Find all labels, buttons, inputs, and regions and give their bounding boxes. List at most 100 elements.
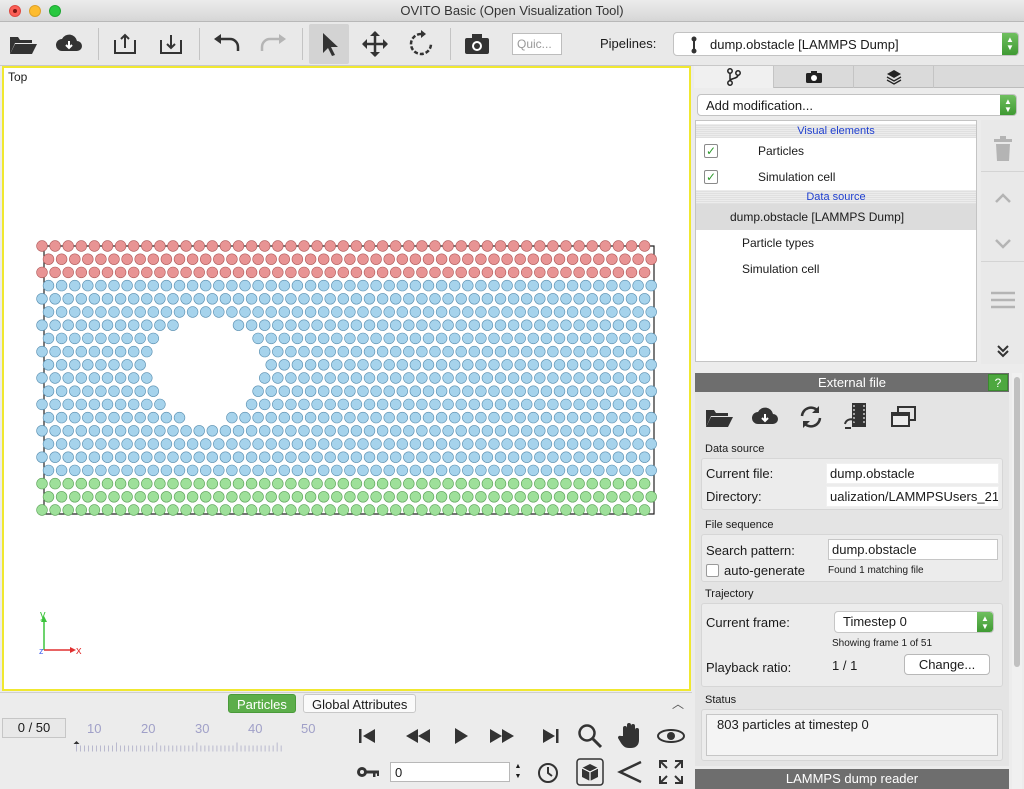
tab-overlays[interactable] bbox=[854, 66, 934, 88]
lammps-reader-header: LAMMPS dump reader bbox=[695, 769, 1009, 789]
rotate-mode-button[interactable] bbox=[401, 24, 441, 64]
zoom-all-button[interactable] bbox=[654, 757, 688, 787]
particle bbox=[507, 266, 520, 279]
pipeline-selector[interactable]: dump.obstacle [LAMMPS Dump] ▲ ▼ bbox=[673, 32, 1019, 56]
play-button[interactable] bbox=[448, 723, 474, 749]
slider-handle[interactable] bbox=[73, 741, 80, 744]
export-icon bbox=[114, 33, 136, 54]
group-button[interactable] bbox=[981, 280, 1024, 320]
spinner-arrows[interactable]: ▲ ▼ bbox=[511, 762, 525, 782]
move-icon bbox=[362, 31, 388, 57]
zoom-window-button[interactable] bbox=[49, 5, 61, 17]
particle bbox=[619, 438, 631, 450]
tab-pipeline[interactable] bbox=[694, 66, 774, 88]
search-pattern-input[interactable]: dump.obstacle bbox=[828, 539, 998, 560]
directory-value[interactable]: ualization/LAMMPSUsers_21 bbox=[826, 486, 999, 507]
open-file-button[interactable] bbox=[3, 24, 43, 64]
current-frame-dropdown[interactable]: Timestep 0 ▲ ▼ bbox=[834, 611, 994, 633]
particle bbox=[599, 398, 611, 411]
update-trajectory-button[interactable] bbox=[840, 402, 874, 432]
particle bbox=[540, 464, 553, 477]
export-button[interactable] bbox=[105, 24, 145, 64]
tab-render[interactable] bbox=[774, 66, 854, 88]
particle bbox=[416, 425, 428, 437]
particle bbox=[82, 438, 94, 450]
pipeline-item-particle-types[interactable]: Particle types bbox=[696, 230, 976, 256]
pipeline-item-particles[interactable]: ✓ Particles bbox=[696, 138, 976, 164]
visibility-checkbox[interactable]: ✓ bbox=[704, 170, 718, 184]
pick-remote-button[interactable] bbox=[748, 402, 782, 432]
particle bbox=[376, 504, 389, 516]
minimize-window-button[interactable] bbox=[29, 5, 41, 17]
found-files-text: Found 1 matching file bbox=[828, 565, 924, 576]
particle bbox=[252, 411, 264, 424]
pan-mode-button[interactable] bbox=[614, 721, 646, 751]
auto-generate-checkbox[interactable] bbox=[706, 564, 719, 577]
animation-settings-button[interactable] bbox=[535, 760, 561, 786]
render-button[interactable] bbox=[457, 24, 497, 64]
particle bbox=[403, 240, 415, 252]
view-cube-button[interactable] bbox=[574, 757, 606, 787]
jump-start-button[interactable] bbox=[354, 723, 380, 749]
orbit-mode-button[interactable] bbox=[654, 721, 688, 751]
close-window-button[interactable] bbox=[9, 5, 21, 17]
add-modification-dropdown[interactable]: Add modification... ▲ ▼ bbox=[697, 94, 1017, 116]
particle bbox=[370, 464, 382, 477]
camera-icon bbox=[465, 34, 489, 54]
pipeline-item-data-source[interactable]: dump.obstacle [LAMMPS Dump] bbox=[696, 204, 976, 230]
particle bbox=[396, 332, 408, 345]
pick-file-button[interactable] bbox=[702, 402, 736, 432]
particle bbox=[449, 438, 461, 450]
help-button[interactable]: ? bbox=[988, 374, 1008, 391]
delete-button[interactable] bbox=[981, 126, 1024, 172]
particle bbox=[259, 477, 271, 490]
particle bbox=[416, 451, 428, 463]
quick-command-input[interactable]: Quic... bbox=[512, 33, 562, 55]
next-frame-button[interactable] bbox=[486, 723, 518, 749]
time-slider[interactable] bbox=[40, 741, 320, 753]
pipeline-item-simulation-cell-vis[interactable]: ✓ Simulation cell bbox=[696, 164, 976, 190]
particle bbox=[540, 359, 553, 371]
particle bbox=[494, 240, 507, 252]
particle bbox=[573, 451, 585, 463]
panel-scrollbar[interactable] bbox=[1012, 373, 1022, 789]
particle bbox=[481, 240, 494, 252]
pipeline-item-simulation-cell[interactable]: Simulation cell bbox=[696, 256, 976, 282]
particle bbox=[180, 425, 192, 437]
chevron-up-icon[interactable]: ︿ bbox=[672, 695, 684, 712]
particle bbox=[265, 253, 277, 265]
undo-button[interactable] bbox=[207, 24, 247, 64]
jump-end-button[interactable] bbox=[538, 723, 564, 749]
zoom-mode-button[interactable] bbox=[574, 721, 606, 751]
selection-mode-button[interactable] bbox=[309, 24, 349, 64]
show-file-list-button[interactable] bbox=[886, 402, 920, 432]
move-up-button[interactable] bbox=[981, 180, 1024, 216]
fov-mode-button[interactable] bbox=[614, 757, 646, 787]
previous-frame-button[interactable] bbox=[402, 723, 434, 749]
move-mode-button[interactable] bbox=[355, 24, 395, 64]
particle bbox=[291, 438, 304, 450]
tab-global-attributes[interactable]: Global Attributes bbox=[303, 694, 417, 713]
reload-button[interactable] bbox=[794, 402, 828, 432]
import-button[interactable] bbox=[151, 24, 191, 64]
particle bbox=[219, 425, 232, 437]
key-icon bbox=[357, 767, 379, 777]
scrollbar-thumb[interactable] bbox=[1014, 377, 1020, 667]
status-group: 803 particles at timestep 0 bbox=[701, 709, 1003, 761]
particle bbox=[337, 398, 349, 411]
change-playback-button[interactable]: Change... bbox=[904, 654, 990, 675]
particle bbox=[49, 319, 61, 331]
visibility-checkbox[interactable]: ✓ bbox=[704, 144, 718, 158]
more-button[interactable] bbox=[981, 338, 1024, 364]
load-remote-button[interactable] bbox=[49, 24, 89, 64]
particle bbox=[213, 438, 225, 450]
top-viewport[interactable]: Top y x z bbox=[2, 66, 691, 691]
autokey-button[interactable] bbox=[354, 761, 382, 783]
frame-spinner-input[interactable]: 0 bbox=[390, 762, 510, 782]
viewport-caption[interactable]: Top bbox=[8, 70, 27, 84]
current-file-value[interactable]: dump.obstacle bbox=[826, 463, 999, 484]
redo-button[interactable] bbox=[253, 24, 293, 64]
particle bbox=[75, 398, 88, 411]
move-down-button[interactable] bbox=[981, 226, 1024, 262]
tab-particles[interactable]: Particles bbox=[228, 694, 296, 713]
